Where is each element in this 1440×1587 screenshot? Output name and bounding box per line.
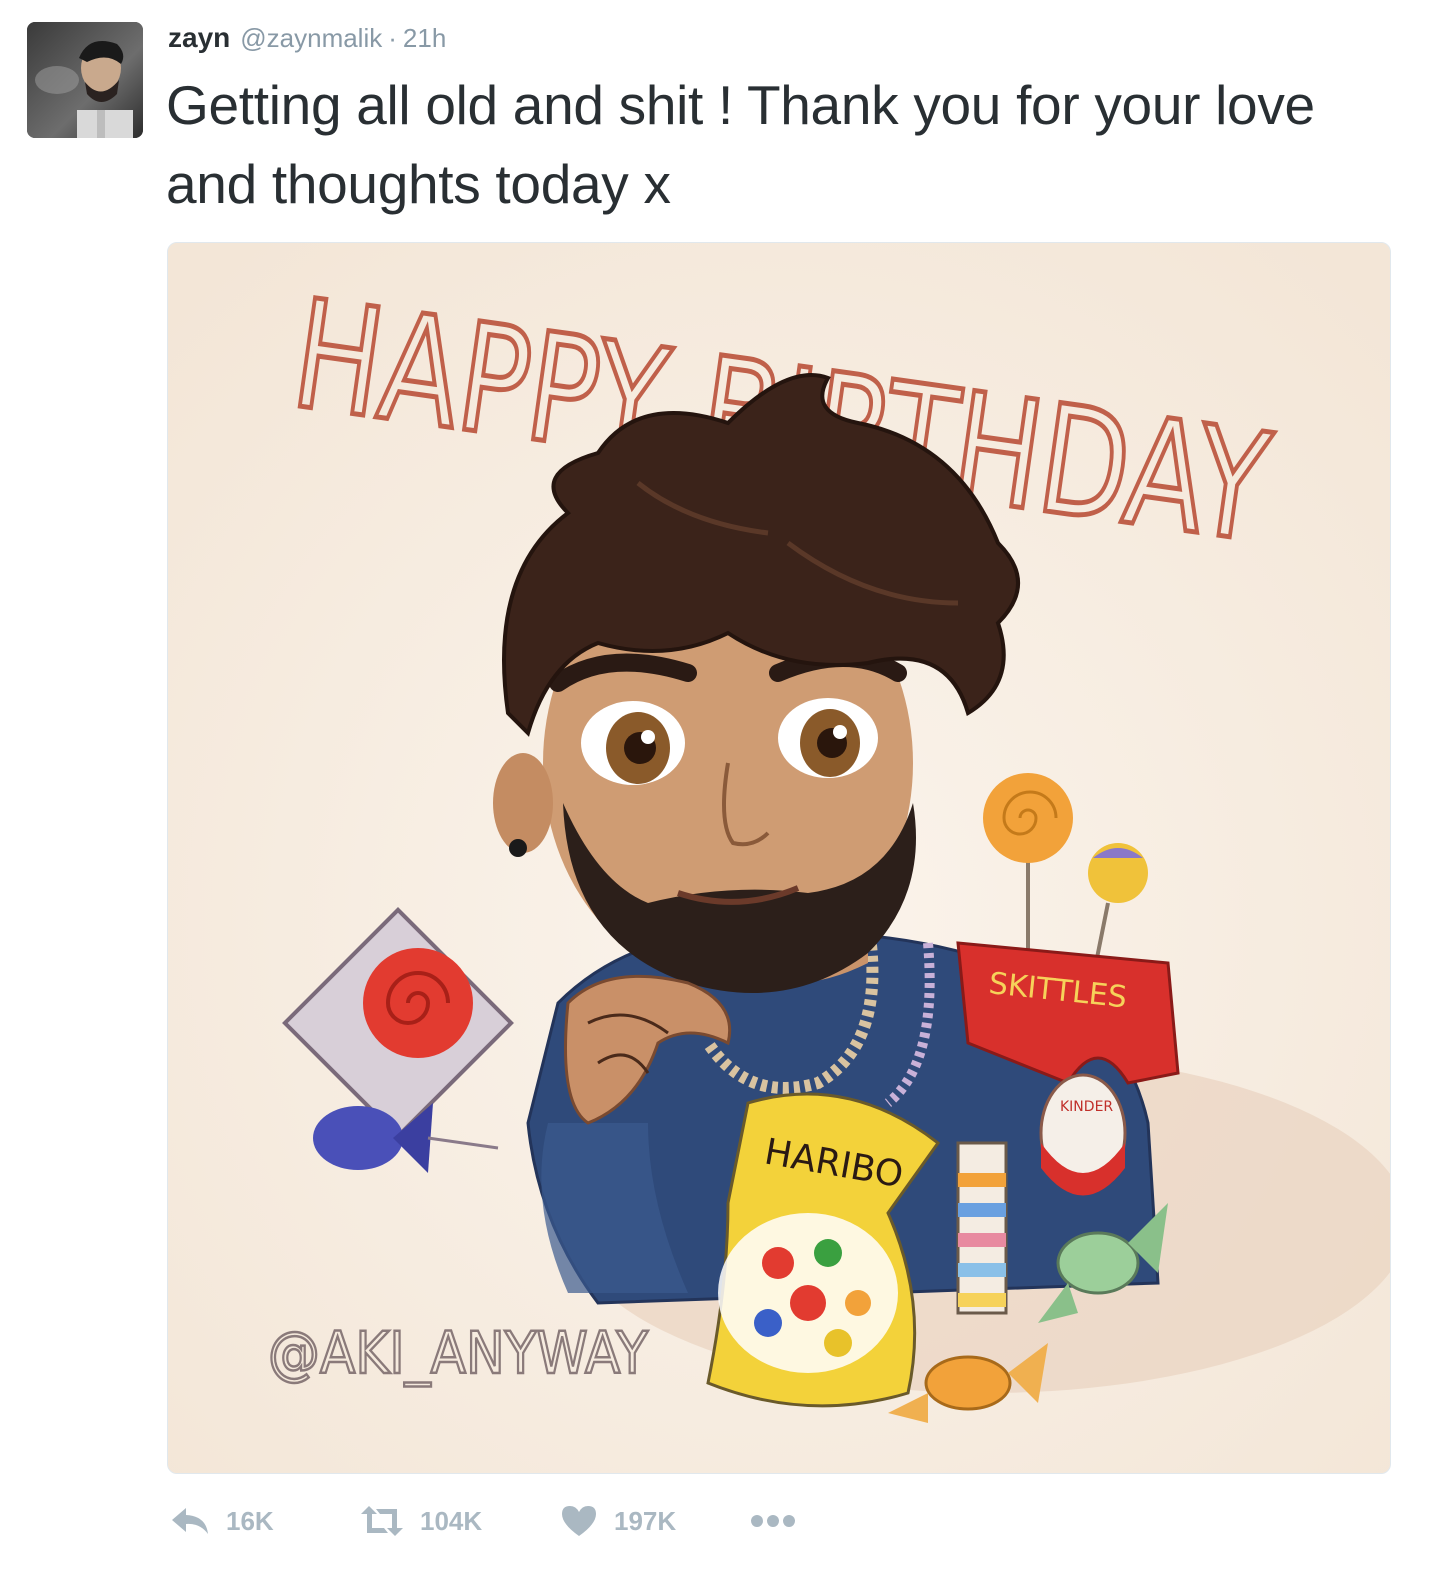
- tweet-timestamp[interactable]: 21h: [403, 23, 446, 54]
- kinder-egg: KINDER: [1039, 1073, 1127, 1196]
- reply-icon: [172, 1508, 208, 1534]
- reply-button[interactable]: 16K: [170, 1498, 274, 1544]
- artist-signature: @AKI_ANYWAY: [267, 1318, 650, 1389]
- reply-count: 16K: [226, 1505, 274, 1536]
- author-handle[interactable]: @zaynmalik: [240, 23, 382, 54]
- retweet-button[interactable]: 104K: [360, 1498, 482, 1544]
- tweet-card: zayn @zaynmalik · 21h Getting all old an…: [0, 0, 1440, 1587]
- tweet-text: Getting all old and shit ! Thank you for…: [166, 74, 1315, 215]
- retweet-count: 104K: [420, 1505, 483, 1536]
- header-separator: ·: [388, 23, 397, 53]
- avatar-image: [27, 22, 143, 138]
- like-button[interactable]: 197K: [560, 1498, 676, 1544]
- heart-icon: [562, 1506, 596, 1536]
- tweet-header: zayn @zaynmalik · 21h: [168, 22, 446, 62]
- author-avatar[interactable]: [27, 22, 143, 138]
- tweet-action-bar: 16K 104K 197K: [170, 1498, 870, 1544]
- author-name[interactable]: zayn: [168, 22, 230, 54]
- birthday-illustration: HAPPY BIRTHDAY: [168, 243, 1390, 1473]
- more-icon: [751, 1515, 795, 1527]
- like-count: 197K: [614, 1505, 677, 1536]
- retweet-icon: [361, 1506, 403, 1536]
- svg-text:@AKI_ANYWAY: @AKI_ANYWAY: [268, 1319, 649, 1387]
- svg-text:KINDER: KINDER: [1060, 1099, 1113, 1115]
- more-options-button[interactable]: [750, 1498, 796, 1544]
- candy-tube: [956, 1141, 1008, 1315]
- tweet-media-image[interactable]: HAPPY BIRTHDAY: [167, 242, 1391, 1474]
